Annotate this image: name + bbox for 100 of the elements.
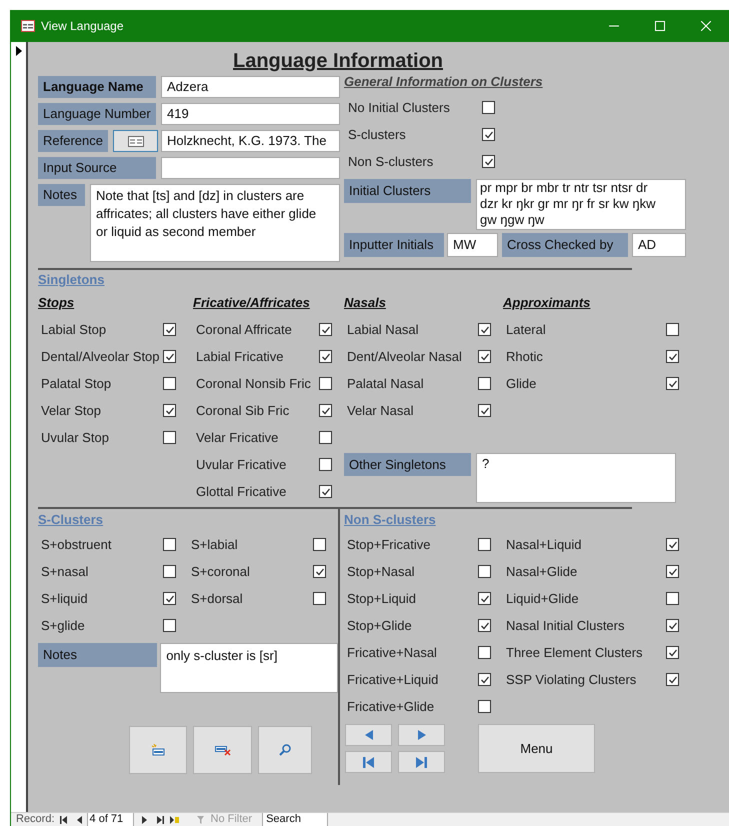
checkbox-label: Non S-clusters xyxy=(347,152,434,171)
text-field[interactable]: Holzknecht, K.G. 1973. The xyxy=(161,130,340,152)
checkbox[interactable] xyxy=(319,377,332,390)
previous-record-button[interactable] xyxy=(345,724,392,746)
checkbox[interactable] xyxy=(666,673,679,686)
checkbox-label: Palatal Stop xyxy=(40,374,112,393)
checkbox[interactable] xyxy=(478,673,491,686)
checkbox-label: S+dorsal xyxy=(190,590,244,608)
checkbox[interactable] xyxy=(313,565,326,578)
record-position-field[interactable]: 4 of 71 xyxy=(86,813,134,826)
window-title: View Language xyxy=(41,18,124,35)
checkbox[interactable] xyxy=(319,458,332,471)
last-record-icon[interactable] xyxy=(156,816,164,824)
text-field[interactable]: Adzera xyxy=(161,76,340,98)
record-label: Record: xyxy=(16,813,55,826)
checkbox[interactable] xyxy=(313,538,326,551)
checkbox[interactable] xyxy=(319,323,332,336)
checkbox[interactable] xyxy=(666,646,679,659)
next-record-icon[interactable] xyxy=(142,816,147,824)
text-field[interactable]: ? xyxy=(476,453,676,503)
checkbox[interactable] xyxy=(478,350,491,363)
checkbox-label: S+liquid xyxy=(40,590,89,608)
checkbox[interactable] xyxy=(163,565,176,578)
checkbox-label: Nasal Initial Clusters xyxy=(505,616,626,635)
checkbox[interactable] xyxy=(478,404,491,417)
checkbox-label: S+glide xyxy=(40,616,86,635)
form-icon xyxy=(21,20,35,32)
checkbox[interactable] xyxy=(482,128,495,141)
checkbox-label: Lateral xyxy=(505,320,547,339)
reference-button[interactable] xyxy=(113,130,158,152)
checkbox[interactable] xyxy=(163,377,176,390)
checkbox-label: Uvular Stop xyxy=(40,428,110,447)
last-record-button[interactable] xyxy=(398,751,445,773)
checkbox[interactable] xyxy=(666,565,679,578)
checkbox[interactable] xyxy=(478,323,491,336)
checkbox-label: Nasal+Glide xyxy=(505,562,578,581)
text-field[interactable]: MW xyxy=(447,233,498,257)
checkbox[interactable] xyxy=(666,592,679,605)
text-field[interactable]: pr mpr br mbr tr ntr tsr ntsr dr dzr kr ŋkr gr mr ŋr fr sr kw ŋkw gw ŋgw ŋw xyxy=(476,179,686,230)
first-record-icon xyxy=(363,756,374,768)
checkbox-label: Nasal+Liquid xyxy=(505,536,583,554)
menu-button[interactable]: Menu xyxy=(478,724,595,773)
checkbox[interactable] xyxy=(666,619,679,632)
search-field[interactable]: Search xyxy=(262,813,328,826)
left-arrow-icon xyxy=(364,730,372,740)
new-record-icon xyxy=(151,744,165,756)
checkbox[interactable] xyxy=(319,404,332,417)
notes-field[interactable]: only s-cluster is [sr] xyxy=(160,643,338,693)
next-record-button[interactable] xyxy=(398,724,445,746)
checkbox-label: Fricative+Nasal xyxy=(346,644,438,662)
notes-field[interactable]: Note that [ts] and [dz] in clusters are affricates; all clusters have either glide or liquid as second member xyxy=(90,184,340,262)
checkbox[interactable] xyxy=(163,592,176,605)
checkbox[interactable] xyxy=(163,323,176,336)
new-record-icon[interactable] xyxy=(170,816,179,824)
delete-record-button[interactable] xyxy=(193,726,252,774)
checkbox[interactable] xyxy=(478,700,491,713)
checkbox[interactable] xyxy=(666,538,679,551)
checkbox[interactable] xyxy=(666,323,679,336)
checkbox[interactable] xyxy=(319,350,332,363)
checkbox-label: Dental/Alveolar Stop xyxy=(40,348,161,366)
previous-record-icon[interactable] xyxy=(76,816,82,824)
checkbox[interactable] xyxy=(482,101,495,114)
field-label: Initial Clusters xyxy=(344,179,471,203)
checkbox[interactable] xyxy=(163,431,176,444)
checkbox[interactable] xyxy=(319,431,332,444)
form-icon xyxy=(128,136,144,146)
checkbox-label: Fricative+Glide xyxy=(346,698,436,716)
text-field[interactable]: 419 xyxy=(161,103,340,125)
checkbox[interactable] xyxy=(666,350,679,363)
checkbox[interactable] xyxy=(666,377,679,390)
field-label: Inputter Initials xyxy=(344,233,444,257)
checkbox-label: Liquid+Glide xyxy=(505,590,580,608)
checkbox-label: Palatal Nasal xyxy=(346,374,425,393)
checkbox-label: Glottal Fricative xyxy=(195,482,288,501)
checkbox-label: Stop+Fricative xyxy=(346,536,432,554)
checkbox[interactable] xyxy=(478,619,491,632)
form-title: Language Information xyxy=(233,49,443,74)
first-record-button[interactable] xyxy=(345,751,392,773)
checkbox[interactable] xyxy=(313,592,326,605)
checkbox[interactable] xyxy=(478,377,491,390)
checkbox[interactable] xyxy=(163,404,176,417)
checkbox[interactable] xyxy=(163,350,176,363)
checkbox[interactable] xyxy=(163,538,176,551)
first-record-icon[interactable] xyxy=(60,816,67,824)
search-icon xyxy=(279,744,291,756)
field-label: Reference xyxy=(38,130,108,152)
checkbox[interactable] xyxy=(482,155,495,168)
checkbox[interactable] xyxy=(478,592,491,605)
text-field[interactable] xyxy=(161,157,340,179)
record-selector-icon[interactable] xyxy=(16,46,22,56)
text-field[interactable]: AD xyxy=(632,233,686,257)
checkbox[interactable] xyxy=(478,538,491,551)
checkbox[interactable] xyxy=(319,485,332,498)
checkbox-label: Fricative+Liquid xyxy=(346,670,440,689)
close-icon xyxy=(701,21,711,31)
checkbox[interactable] xyxy=(478,565,491,578)
field-label: Cross Checked by xyxy=(502,233,628,257)
checkbox[interactable] xyxy=(478,646,491,659)
checkbox[interactable] xyxy=(163,619,176,632)
checkbox-label: Stop+Glide xyxy=(346,616,413,635)
